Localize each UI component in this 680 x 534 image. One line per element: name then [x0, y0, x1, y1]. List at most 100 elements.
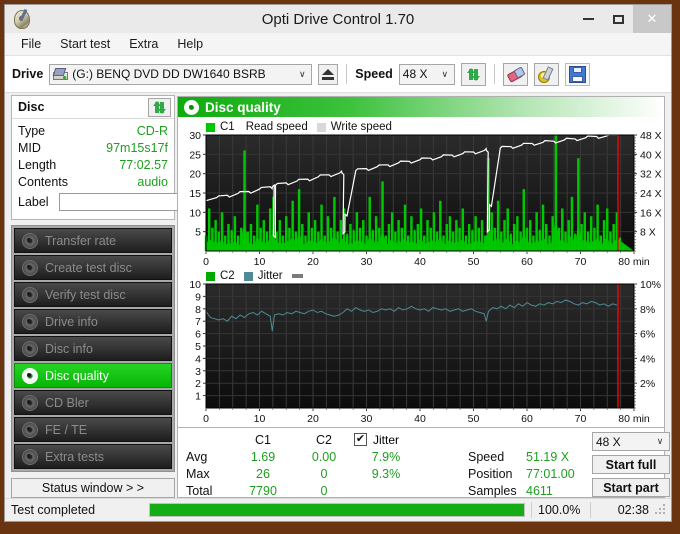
svg-text:25: 25	[189, 149, 201, 161]
legend-swatch-c1	[206, 122, 215, 132]
speed-select[interactable]: 48 X ∨	[398, 63, 455, 85]
svg-text:10%: 10%	[640, 279, 661, 291]
disc-info-rows: Type CD-R MID 97m15s17f Length 77:02.57	[12, 119, 269, 219]
status-window-button[interactable]: Status window > >	[11, 478, 175, 498]
samples-readout-label: Samples	[468, 483, 517, 498]
sidebar-item-label: Disc info	[45, 341, 93, 356]
eraser-icon	[506, 65, 526, 83]
svg-text:8 X: 8 X	[640, 227, 656, 239]
resize-grip[interactable]	[655, 504, 667, 516]
sidebar-item-disc-quality[interactable]: Disc quality	[14, 363, 172, 388]
statistics-grid: C1 C2 ✔ Jitter Avg 1.69 0.00 7.9% Max 26…	[186, 431, 464, 498]
position-readout-label: Position	[468, 466, 513, 481]
c1-chart-legend: C1 Read speed Write speed	[206, 121, 392, 133]
sidebar-item-create-test-disc[interactable]: Create test disc	[14, 255, 172, 280]
elapsed-time: 02:38	[617, 503, 649, 517]
disc-length-label: Length	[18, 157, 57, 172]
stats-header-c2: C2	[316, 432, 332, 447]
stats-total-c1: 7790	[249, 483, 277, 498]
jitter-toggle[interactable]: ✔ Jitter	[354, 433, 418, 447]
c1-chart-svg[interactable]: 5 10 15 20 25 30 8 X 16 X 24 X 32 X 40 X 48 X 0 10 20 3…	[180, 119, 674, 267]
disc-row-length: Length 77:02.57	[18, 156, 168, 173]
jitter-label: Jitter	[373, 432, 400, 447]
stats-row-avg-label: Avg	[186, 449, 208, 464]
svg-text:32 X: 32 X	[640, 169, 662, 181]
tools-button[interactable]	[533, 62, 559, 86]
disc-length-value: 77:02.57	[119, 157, 168, 172]
erase-button[interactable]	[502, 62, 528, 86]
disc-quality-panel: Disc quality C1 Read speed Write speed 5…	[177, 96, 665, 428]
stats-row-max-label: Max	[186, 466, 210, 481]
sidebar-item-verify-test-disc[interactable]: Verify test disc	[14, 282, 172, 307]
disc-label-label: Label	[18, 195, 49, 209]
svg-text:2: 2	[195, 378, 201, 390]
disc-refresh-button[interactable]	[148, 97, 171, 117]
start-full-button[interactable]: Start full	[592, 455, 670, 474]
refresh-button[interactable]	[460, 62, 486, 86]
svg-text:9: 9	[195, 291, 201, 303]
c2-chart-svg[interactable]: 123456789102%4%6%8%10%0 10 20 30 40 50 60 70 80 …	[180, 268, 674, 428]
sidebar-item-cd-bler[interactable]: CD Bler	[14, 390, 172, 415]
content-area: Disc quality C1 Read speed Write speed 5…	[175, 93, 671, 498]
status-divider	[531, 502, 532, 518]
disc-contents-value: audio	[137, 174, 168, 189]
drive-select[interactable]: (G:) BENQ DVD DD DW1640 BSRB ∨	[49, 63, 313, 85]
drive-icon	[52, 67, 69, 81]
test-speed-value: 48 X	[596, 434, 621, 449]
disc-mid-value: 97m15s17f	[106, 140, 168, 155]
sidebar-item-drive-info[interactable]: Drive info	[14, 309, 172, 334]
disc-row-contents: Contents audio	[18, 173, 168, 190]
disc-icon	[22, 421, 38, 438]
samples-readout-value: 4611	[526, 483, 553, 498]
menu-item-start-test[interactable]: Start test	[52, 35, 118, 53]
disc-contents-label: Contents	[18, 174, 69, 189]
svg-text:20: 20	[189, 169, 201, 181]
chevron-down-icon: ∨	[656, 436, 664, 446]
legend-label-write-speed: Write speed	[330, 121, 392, 133]
jitter-checkbox[interactable]: ✔	[354, 433, 367, 446]
sidebar-item-disc-info[interactable]: Disc info	[14, 336, 172, 361]
svg-text:40: 40	[414, 413, 426, 425]
sidebar-item-label: FE / TE	[45, 422, 88, 437]
stats-avg-c1: 1.69	[250, 449, 276, 464]
chevron-down-icon: ∨	[441, 68, 449, 79]
save-button[interactable]	[564, 62, 590, 86]
svg-text:16 X: 16 X	[640, 207, 662, 219]
sidebar-item-label: Transfer rate	[45, 233, 117, 248]
test-speed-select[interactable]: 48 X ∨	[592, 432, 670, 451]
test-controls: 48 X ∨ Start full Start part	[592, 431, 672, 497]
eject-bar	[322, 76, 335, 80]
menu-item-file[interactable]: File	[13, 35, 49, 53]
svg-text:0: 0	[203, 413, 209, 425]
svg-text:24 X: 24 X	[640, 188, 662, 200]
svg-text:70: 70	[575, 413, 587, 425]
svg-text:1: 1	[195, 391, 201, 403]
disc-icon	[22, 448, 38, 465]
menu-item-help[interactable]: Help	[169, 35, 211, 53]
sidebar-item-transfer-rate[interactable]: Transfer rate	[14, 228, 172, 253]
speed-select-value: 48 X	[402, 67, 428, 81]
speed-label: Speed	[355, 67, 393, 81]
svg-text:40 X: 40 X	[640, 149, 662, 161]
sidebar-item-extra-tests[interactable]: Extra tests	[14, 444, 172, 469]
menu-item-extra[interactable]: Extra	[121, 35, 166, 53]
title-bar: Opti Drive Control 1.70 ✕	[5, 5, 671, 33]
svg-text:10: 10	[254, 413, 266, 425]
drive-toolbar: Drive (G:) BENQ DVD DD DW1640 BSRB ∨ Spe…	[5, 56, 671, 93]
disc-icon	[22, 232, 38, 249]
sidebar: Disc Type CD-R MID 97m15s17f Length 77:0…	[5, 93, 269, 498]
disc-icon	[22, 286, 38, 303]
start-part-button[interactable]: Start part	[592, 478, 670, 497]
main-body: Disc Type CD-R MID 97m15s17f Length 77:0…	[5, 93, 671, 498]
application-window: Opti Drive Control 1.70 ✕ File Start tes…	[4, 4, 672, 522]
legend-label-read-speed: Read speed	[245, 121, 308, 133]
disc-panel-header: Disc	[12, 96, 174, 119]
legend-label-c2: C2	[220, 270, 235, 282]
sidebar-item-label: Disc quality	[45, 368, 109, 383]
svg-text:0: 0	[203, 256, 209, 267]
eject-button[interactable]	[318, 63, 339, 85]
svg-text:30: 30	[361, 256, 373, 267]
statistics-panel: C1 C2 ✔ Jitter Avg 1.69 0.00 7.9% Max 26…	[177, 428, 670, 498]
window-title: Opti Drive Control 1.70	[261, 10, 415, 28]
sidebar-item-fe-te[interactable]: FE / TE	[14, 417, 172, 442]
